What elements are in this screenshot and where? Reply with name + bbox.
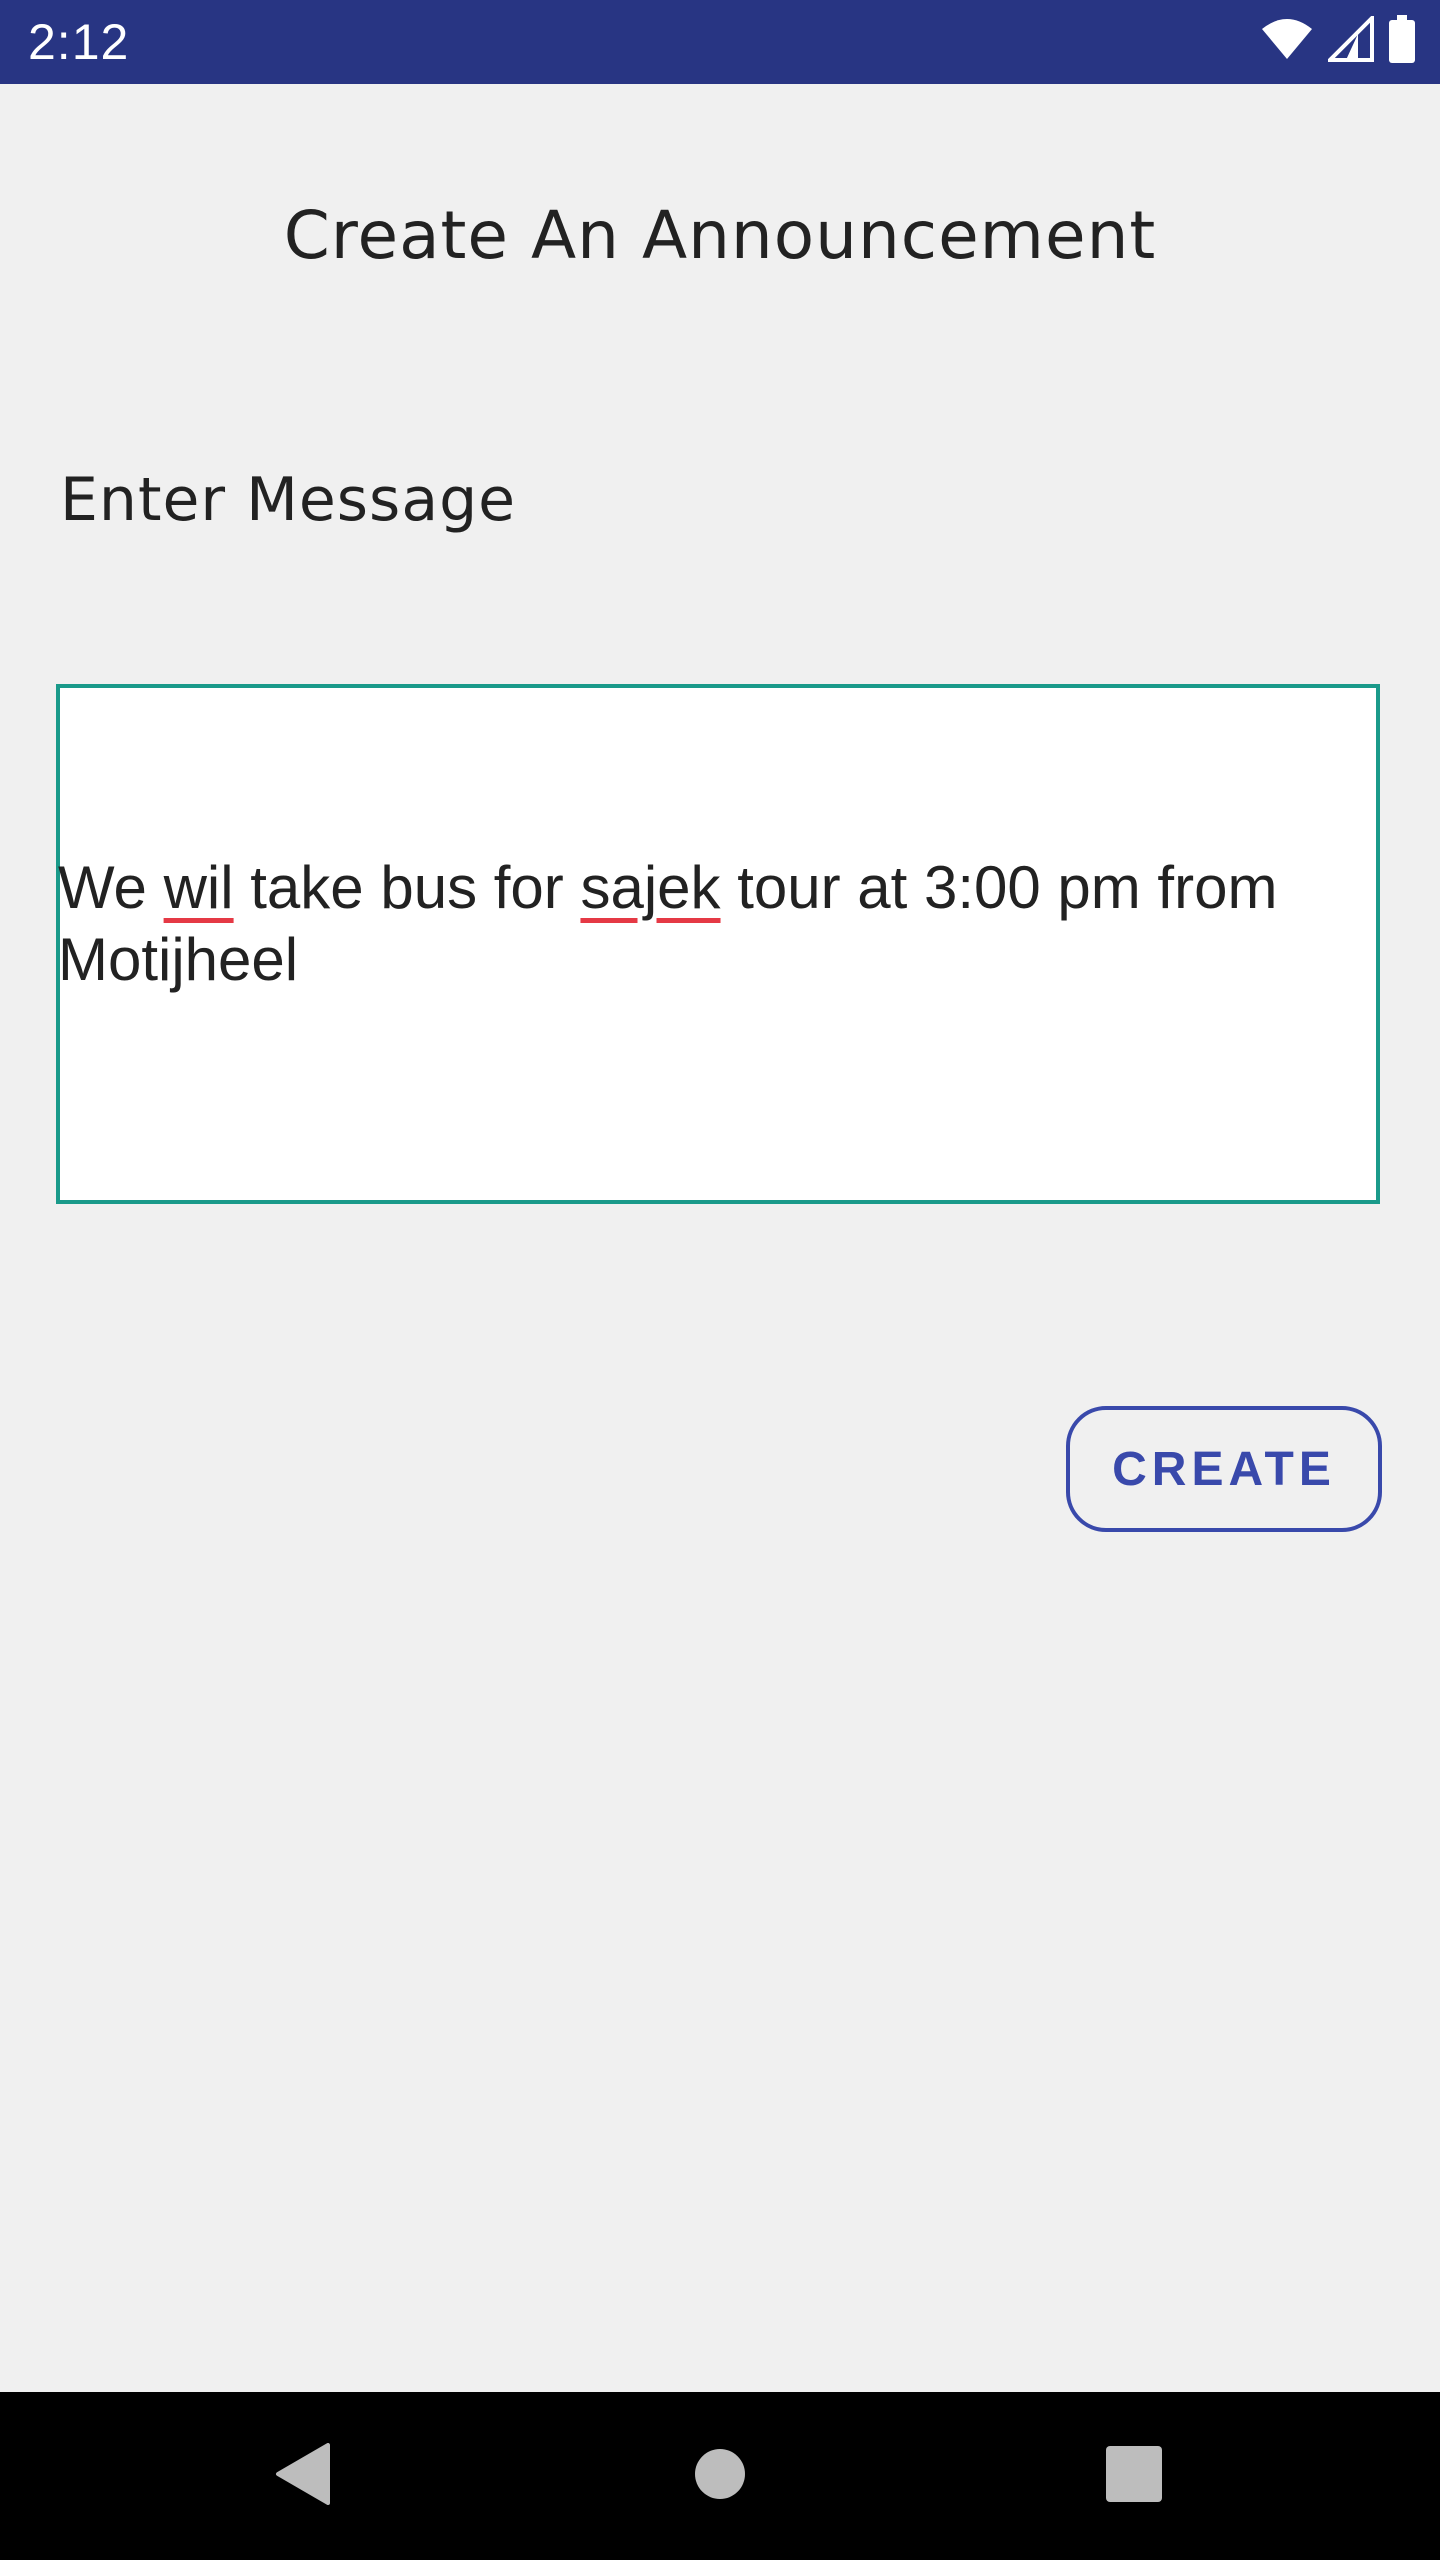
status-bar: 2:12 xyxy=(0,0,1440,84)
wifi-icon xyxy=(1260,17,1314,65)
misspelled-word[interactable]: sajek xyxy=(580,854,720,921)
home-icon xyxy=(695,2449,745,2503)
back-button[interactable] xyxy=(218,2392,386,2560)
message-input[interactable]: We wil take bus for sajek tour at 3:00 p… xyxy=(56,684,1380,1204)
status-time: 2:12 xyxy=(28,14,130,70)
message-text[interactable]: We wil take bus for sajek tour at 3:00 p… xyxy=(58,852,1374,996)
misspelled-word[interactable]: wil xyxy=(164,854,234,921)
battery-icon xyxy=(1388,15,1416,67)
create-button[interactable]: CREATE xyxy=(1066,1406,1382,1532)
message-label: Enter Message xyxy=(60,465,517,535)
cell-signal-icon xyxy=(1325,13,1374,66)
announcement-screen: Create An Announcement Enter Message We … xyxy=(0,84,1440,2392)
navigation-bar xyxy=(0,2392,1440,2560)
recents-button[interactable] xyxy=(1050,2392,1218,2560)
recents-icon xyxy=(1106,2446,1162,2506)
message-segment: We xyxy=(58,854,164,921)
status-icons xyxy=(1260,13,1416,67)
back-icon xyxy=(274,2443,330,2509)
home-button[interactable] xyxy=(636,2392,804,2560)
message-segment: take bus for xyxy=(233,854,581,921)
page-title: Create An Announcement xyxy=(283,197,1157,274)
